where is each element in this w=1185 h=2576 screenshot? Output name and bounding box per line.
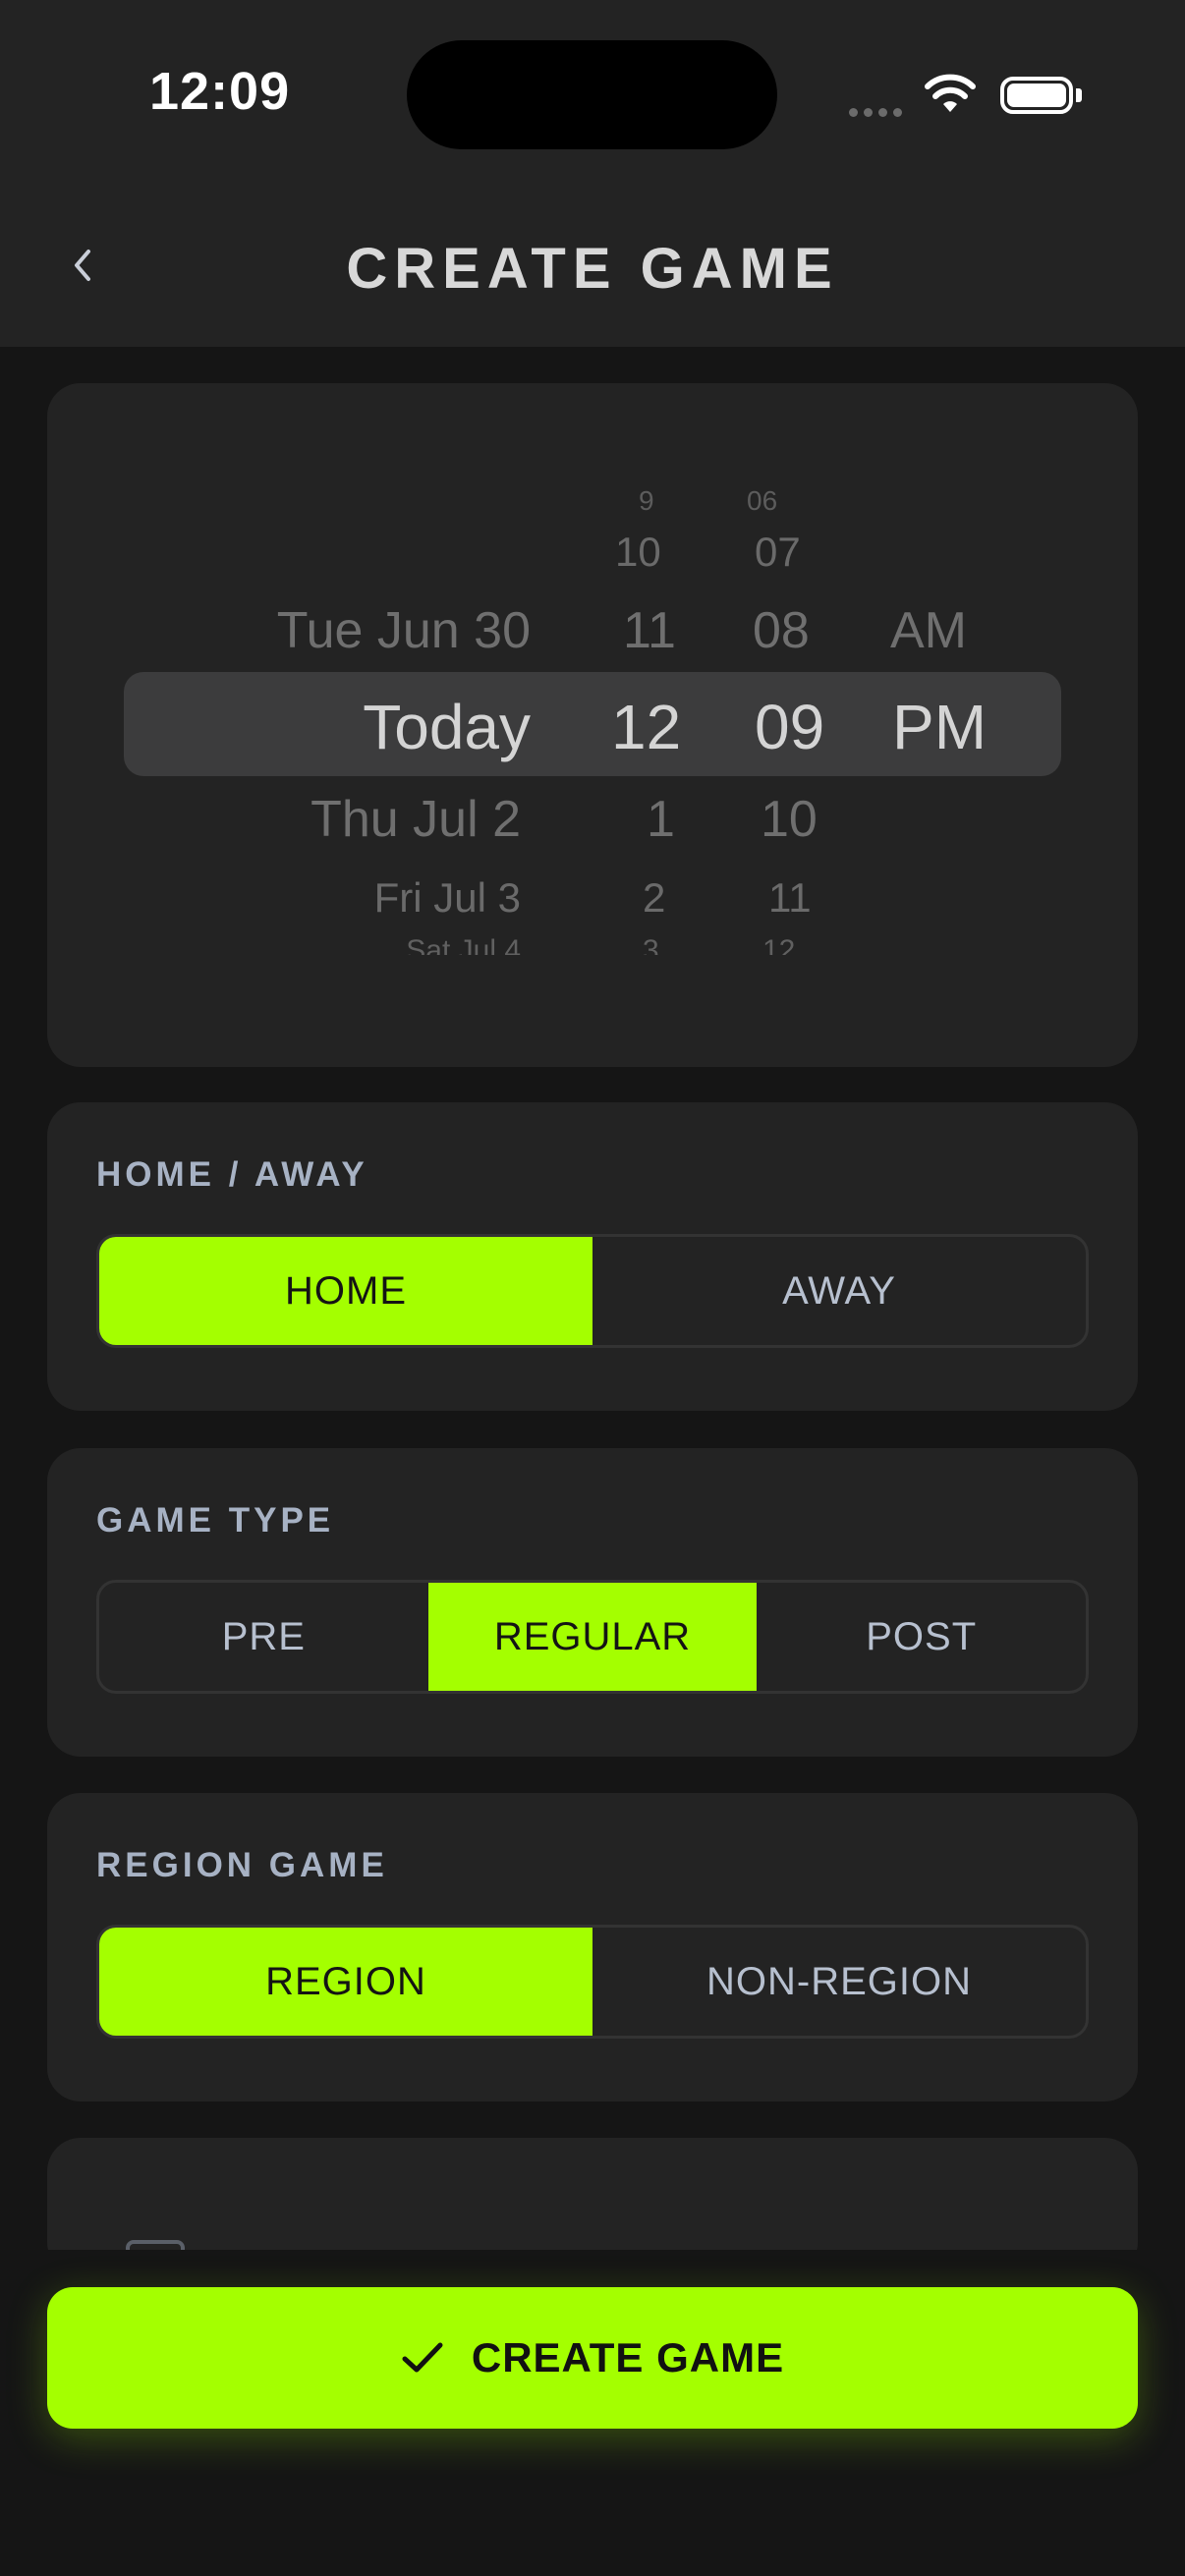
picker-hour-selected[interactable]: 12 (611, 696, 681, 758)
scroll-fade (0, 2250, 1185, 2289)
picker-minute-item[interactable]: 10 (761, 794, 818, 845)
battery-tip (1076, 88, 1082, 102)
picker-minute-item[interactable]: 06 (747, 487, 777, 515)
checkmark-icon (402, 2342, 443, 2373)
home-option[interactable]: HOME (99, 1237, 592, 1345)
dynamic-island (407, 40, 777, 149)
home-away-segmented-control[interactable]: HOME AWAY (96, 1234, 1089, 1348)
picker-hour-item[interactable]: 11 (623, 605, 676, 656)
picker-fade-bottom (98, 955, 1081, 984)
picker-hour-item[interactable]: 10 (615, 532, 661, 573)
region-game-card: REGION GAME REGION NON-REGION (47, 1793, 1138, 2101)
page-title: CREATE GAME (346, 237, 839, 301)
region-game-label: REGION GAME (96, 1846, 388, 1884)
regular-option[interactable]: REGULAR (427, 1583, 758, 1691)
wifi-icon (925, 74, 976, 112)
game-type-segmented-control[interactable]: PRE REGULAR POST (96, 1580, 1089, 1694)
picker-date-item[interactable]: Thu Jul 2 (310, 794, 521, 845)
picker-date-selected[interactable]: Today (363, 696, 531, 758)
picker-minute-selected[interactable]: 09 (755, 696, 824, 758)
game-type-card: GAME TYPE PRE REGULAR POST (47, 1448, 1138, 1757)
picker-date-item[interactable]: Tue Jun 30 (277, 605, 531, 656)
create-game-button-label: CREATE GAME (471, 2334, 785, 2380)
picker-period-selected[interactable]: PM (892, 696, 987, 758)
picker-minute-item[interactable]: 11 (768, 877, 812, 919)
picker-minute-item[interactable]: 08 (753, 605, 810, 656)
picker-date-item[interactable]: Fri Jul 3 (374, 877, 521, 919)
picker-minute-item[interactable]: 07 (755, 532, 801, 573)
picker-hour-item[interactable]: 2 (643, 877, 665, 919)
cellular-signal-icon (849, 104, 908, 122)
non-region-option[interactable]: NON-REGION (592, 1928, 1086, 2036)
home-away-label: HOME / AWAY (96, 1155, 368, 1194)
battery-icon (1000, 77, 1073, 114)
region-option[interactable]: REGION (99, 1928, 592, 2036)
picker-hour-item[interactable]: 9 (639, 487, 654, 515)
game-type-label: GAME TYPE (96, 1501, 335, 1540)
home-away-card: HOME / AWAY HOME AWAY (47, 1102, 1138, 1411)
post-option[interactable]: POST (757, 1583, 1086, 1691)
status-time: 12:09 (149, 62, 291, 121)
picker-period-item[interactable]: AM (890, 605, 967, 656)
picker-hour-item[interactable]: 1 (647, 794, 675, 845)
pre-option[interactable]: PRE (99, 1583, 428, 1691)
picker-fade-top (98, 462, 1081, 489)
region-game-segmented-control[interactable]: REGION NON-REGION (96, 1925, 1089, 2039)
create-game-button[interactable]: CREATE GAME (47, 2287, 1138, 2429)
away-option[interactable]: AWAY (592, 1237, 1086, 1345)
